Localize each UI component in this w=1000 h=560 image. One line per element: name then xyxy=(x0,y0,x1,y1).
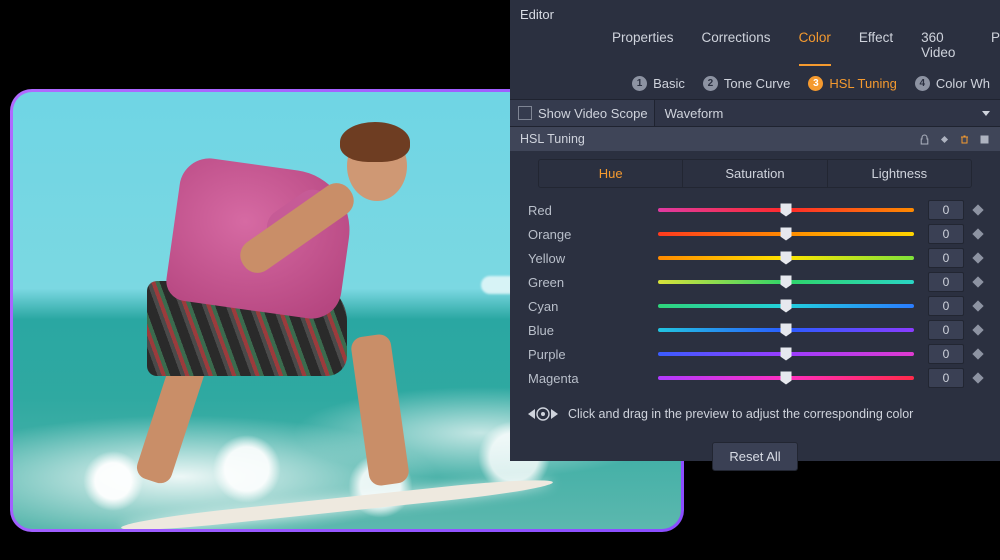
slider-thumb[interactable] xyxy=(781,252,792,265)
keyframe-diamond-icon[interactable] xyxy=(972,372,983,383)
value-input[interactable]: 0 xyxy=(928,344,964,364)
keyframe-diamond-icon[interactable] xyxy=(972,348,983,359)
subtab-hsl-tuning[interactable]: 3 HSL Tuning xyxy=(808,76,896,91)
hue-slider-yellow[interactable] xyxy=(658,256,914,260)
hue-slider-magenta[interactable] xyxy=(658,376,914,380)
color-label: Red xyxy=(528,203,658,218)
color-label: Green xyxy=(528,275,658,290)
scope-type-select[interactable]: Waveform xyxy=(654,100,1000,126)
chevron-down-icon xyxy=(982,111,990,116)
subtab-number-icon: 3 xyxy=(808,76,823,91)
slider-thumb[interactable] xyxy=(781,228,792,241)
hsl-row-cyan: Cyan 0 xyxy=(528,294,982,318)
keyframe-diamond-icon[interactable] xyxy=(972,252,983,263)
drag-target-icon[interactable] xyxy=(528,406,558,422)
keyframe-diamond-icon[interactable] xyxy=(972,204,983,215)
hsl-tab-hue[interactable]: Hue xyxy=(539,160,682,187)
lock-icon[interactable] xyxy=(919,134,930,145)
drag-hint-text: Click and drag in the preview to adjust … xyxy=(568,407,913,421)
surfer-hair xyxy=(340,122,410,162)
video-scope-row: Show Video Scope Waveform xyxy=(510,99,1000,127)
hsl-row-red: Red 0 xyxy=(528,198,982,222)
color-label: Magenta xyxy=(528,371,658,386)
keyframe-diamond-icon[interactable] xyxy=(972,324,983,335)
slider-thumb[interactable] xyxy=(781,324,792,337)
keyframe-diamond-icon[interactable] xyxy=(972,300,983,311)
color-label: Orange xyxy=(528,227,658,242)
drag-hint-row: Click and drag in the preview to adjust … xyxy=(510,390,1000,422)
hue-slider-green[interactable] xyxy=(658,280,914,284)
value-input[interactable]: 0 xyxy=(928,248,964,268)
editor-panel: Editor Properties Corrections Color Effect 3… xyxy=(510,0,1000,461)
hsl-row-blue: Blue 0 xyxy=(528,318,982,342)
hsl-slider-list: Red0Orange0Yellow0Green0Cyan0Blue0Purple… xyxy=(510,198,1000,390)
subtab-label: HSL Tuning xyxy=(829,76,896,91)
hsl-row-orange: Orange 0 xyxy=(528,222,982,246)
slider-thumb[interactable] xyxy=(781,348,792,361)
slider-thumb[interactable] xyxy=(781,204,792,217)
color-label: Blue xyxy=(528,323,658,338)
tab-effect[interactable]: Effect xyxy=(859,30,893,66)
trash-icon[interactable] xyxy=(959,134,970,145)
hsl-tab-lightness[interactable]: Lightness xyxy=(827,160,971,187)
value-input[interactable]: 0 xyxy=(928,224,964,244)
subtab-label: Color Wh xyxy=(936,76,990,91)
hue-slider-blue[interactable] xyxy=(658,328,914,332)
value-input[interactable]: 0 xyxy=(928,320,964,340)
subtab-basic[interactable]: 1 Basic xyxy=(632,76,685,91)
show-scope-label: Show Video Scope xyxy=(538,106,654,121)
reset-all-button[interactable]: Reset All xyxy=(712,442,797,471)
hsl-row-purple: Purple 0 xyxy=(528,342,982,366)
slider-thumb[interactable] xyxy=(781,300,792,313)
subtab-number-icon: 1 xyxy=(632,76,647,91)
subtab-number-icon: 4 xyxy=(915,76,930,91)
section-title: HSL Tuning xyxy=(520,132,585,146)
tab-corrections[interactable]: Corrections xyxy=(702,30,771,66)
hsl-tab-saturation[interactable]: Saturation xyxy=(682,160,826,187)
hsl-mode-tabs: HueSaturationLightness xyxy=(538,159,972,188)
subtab-label: Basic xyxy=(653,76,685,91)
subtab-tone-curve[interactable]: 2 Tone Curve xyxy=(703,76,790,91)
value-input[interactable]: 0 xyxy=(928,200,964,220)
subtab-number-icon: 2 xyxy=(703,76,718,91)
hsl-row-green: Green 0 xyxy=(528,270,982,294)
tab-properties[interactable]: Properties xyxy=(612,30,674,66)
hue-slider-cyan[interactable] xyxy=(658,304,914,308)
color-label: Yellow xyxy=(528,251,658,266)
subtab-label: Tone Curve xyxy=(724,76,790,91)
keyframe-diamond-icon[interactable] xyxy=(972,228,983,239)
color-label: Purple xyxy=(528,347,658,362)
sub-tab-bar: 1 Basic 2 Tone Curve 3 HSL Tuning 4 Color Wh xyxy=(510,66,1000,99)
show-scope-checkbox[interactable] xyxy=(518,106,532,120)
value-input[interactable]: 0 xyxy=(928,368,964,388)
value-input[interactable]: 0 xyxy=(928,272,964,292)
subtab-color-wh[interactable]: 4 Color Wh xyxy=(915,76,990,91)
slider-thumb[interactable] xyxy=(781,372,792,385)
hue-slider-purple[interactable] xyxy=(658,352,914,356)
color-label: Cyan xyxy=(528,299,658,314)
enable-toggle-icon[interactable] xyxy=(979,134,990,145)
scope-selected-value: Waveform xyxy=(665,106,724,121)
hsl-row-yellow: Yellow 0 xyxy=(528,246,982,270)
value-input[interactable]: 0 xyxy=(928,296,964,316)
keyframe-diamond-icon[interactable] xyxy=(972,276,983,287)
hue-slider-orange[interactable] xyxy=(658,232,914,236)
tab-360-video[interactable]: 360 Video xyxy=(921,30,963,66)
hue-slider-red[interactable] xyxy=(658,208,914,212)
hsl-section-header: HSL Tuning xyxy=(510,127,1000,151)
tab-p[interactable]: P xyxy=(991,30,1000,66)
keyframe-diamond-icon[interactable] xyxy=(939,134,950,145)
main-tab-bar: Properties Corrections Color Effect 360 Vide… xyxy=(510,26,1000,66)
panel-title: Editor xyxy=(510,0,1000,26)
tab-color[interactable]: Color xyxy=(799,30,831,66)
slider-thumb[interactable] xyxy=(781,276,792,289)
hsl-row-magenta: Magenta 0 xyxy=(528,366,982,390)
